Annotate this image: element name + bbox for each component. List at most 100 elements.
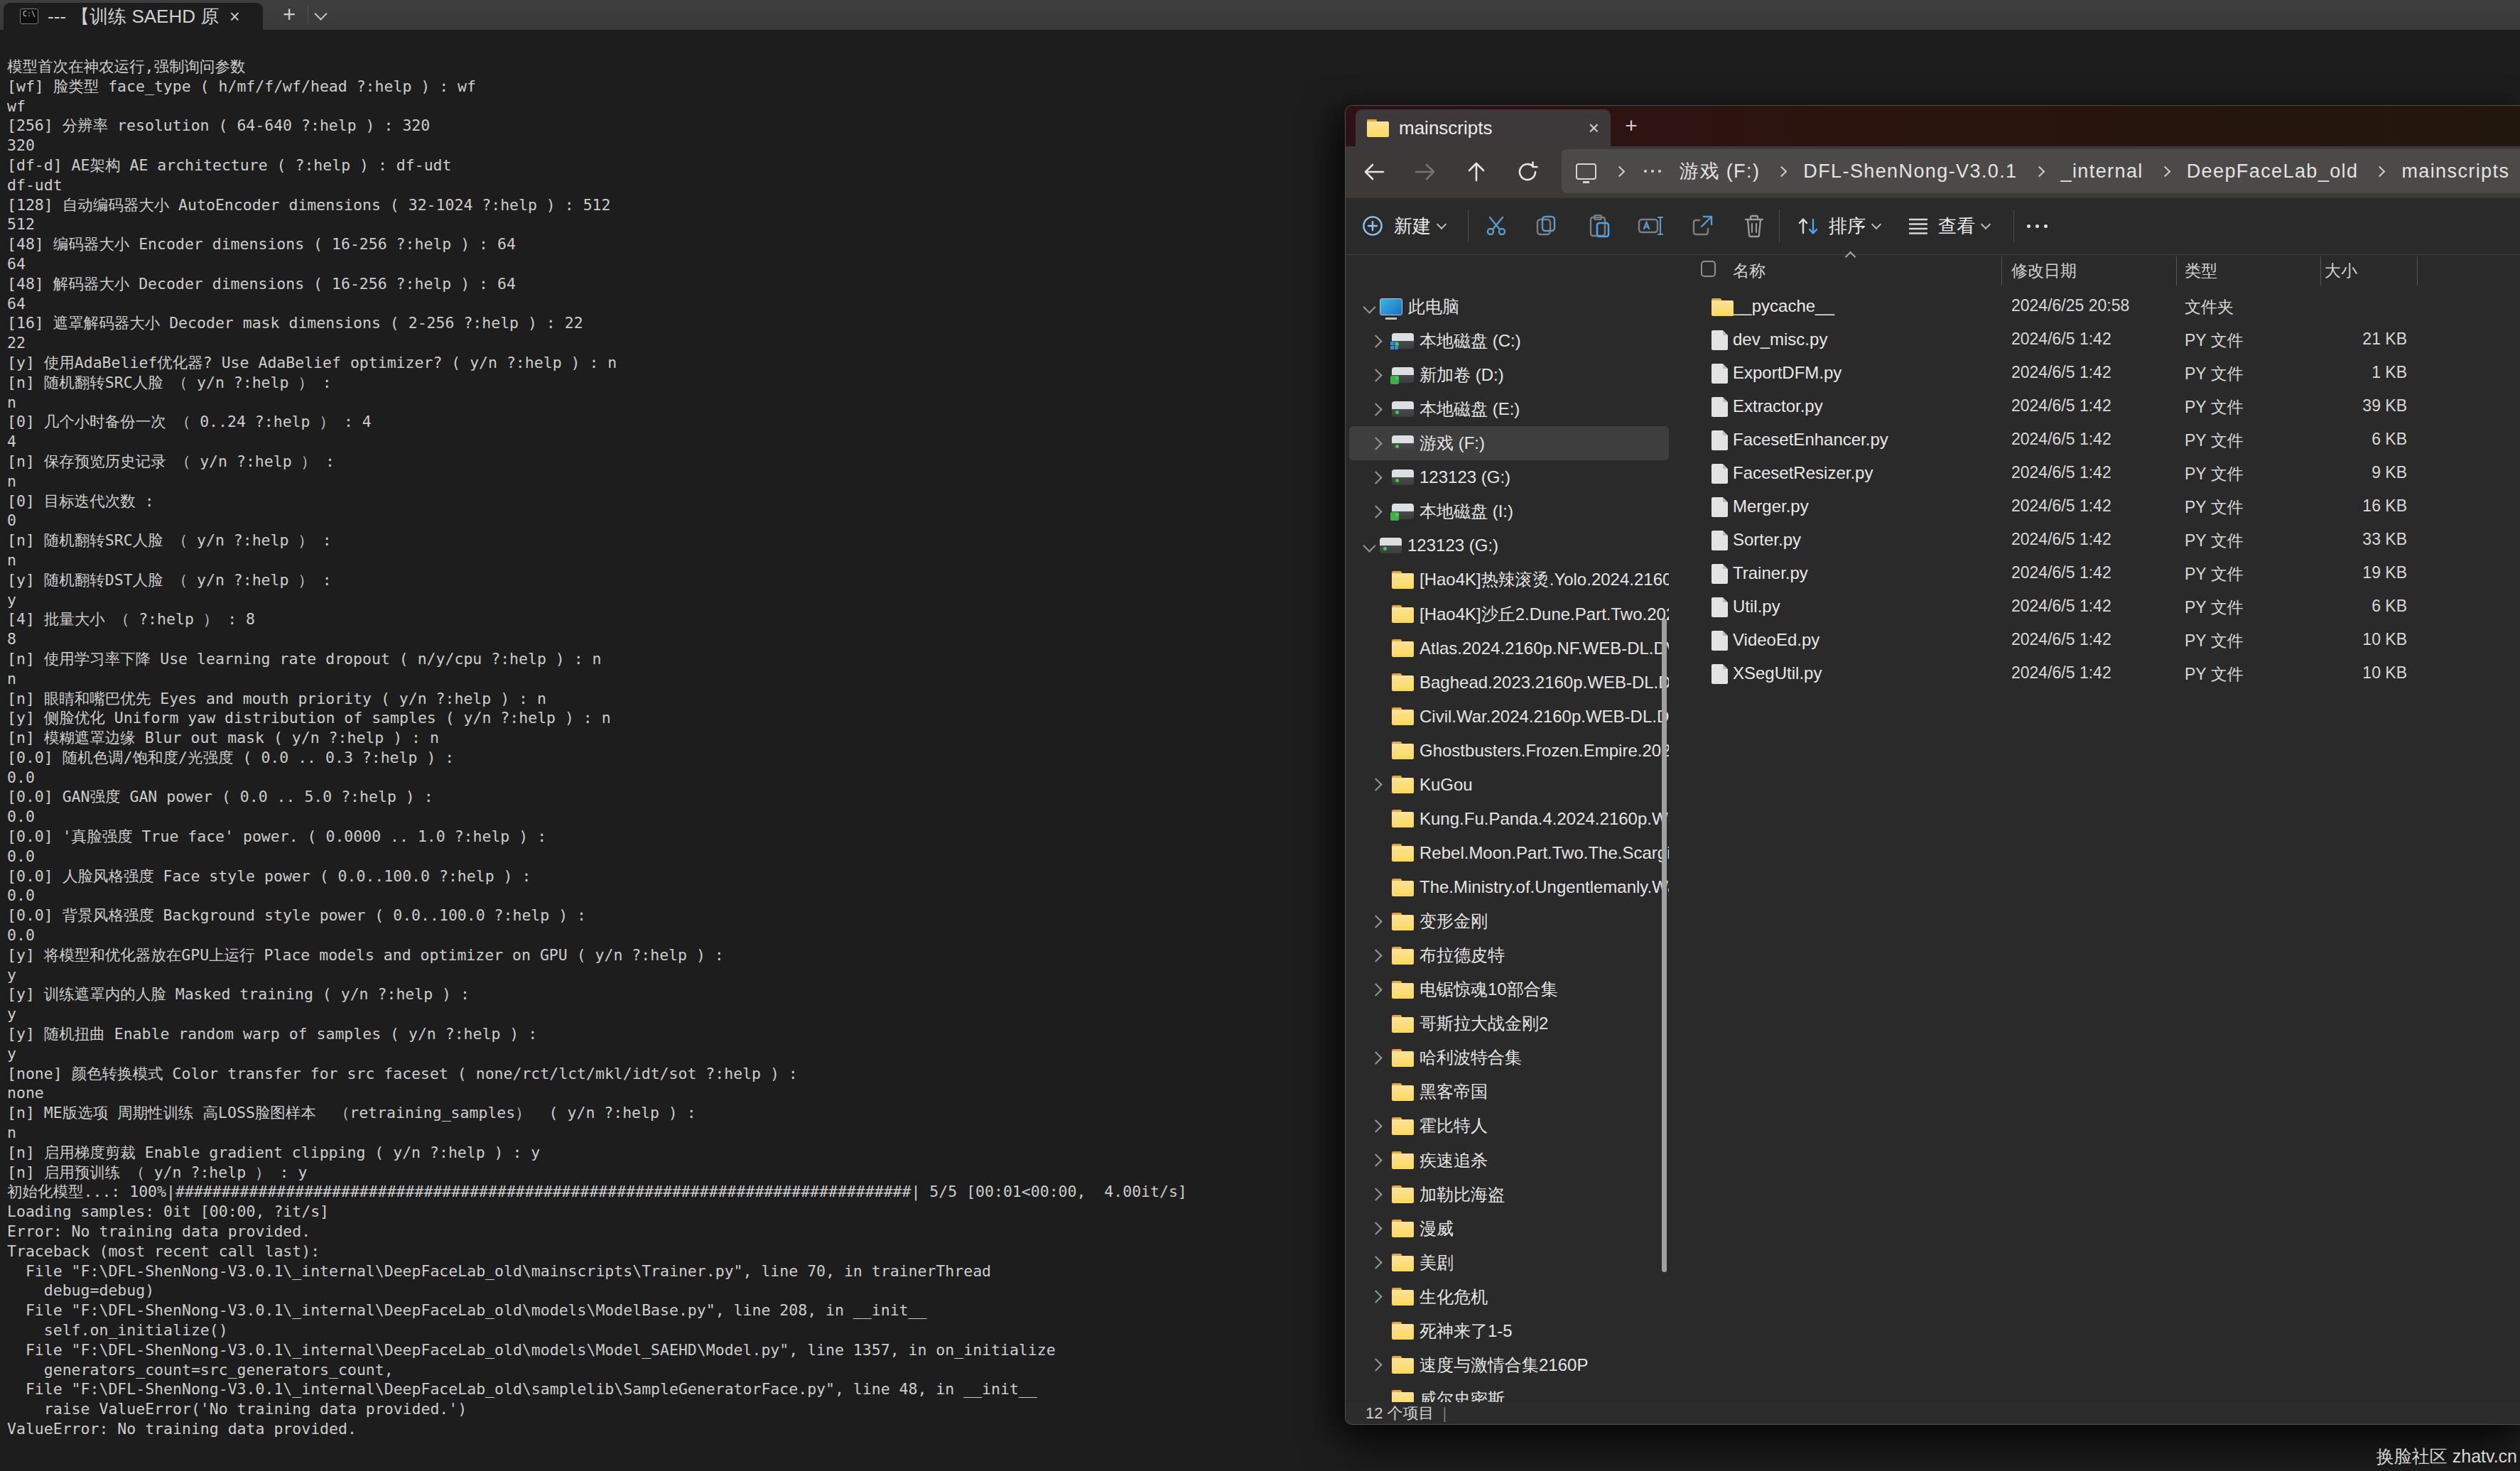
- chevron-right-icon[interactable]: [1369, 471, 1382, 484]
- forward-button[interactable]: [1408, 155, 1442, 189]
- sidebar-item[interactable]: 123123 (G:): [1349, 460, 1669, 494]
- sidebar-item[interactable]: 霍比特人: [1349, 1109, 1669, 1143]
- address-bar[interactable]: 游戏 (F:) DFL-ShenNong-V3.0.1 _internal DeepF…: [1562, 149, 2520, 193]
- chevron-right-icon[interactable]: [1369, 1291, 1382, 1303]
- sidebar-item[interactable]: [Hao4K]沙丘2.Dune.Part.Two.2024.REPA: [1349, 597, 1669, 631]
- breadcrumb-item[interactable]: mainscripts: [2401, 161, 2509, 183]
- chevron-right-icon[interactable]: [1369, 1119, 1382, 1132]
- column-separator[interactable]: [2417, 256, 2418, 286]
- sidebar-item[interactable]: 漫威: [1349, 1212, 1669, 1246]
- sidebar-item[interactable]: 变形金刚: [1349, 904, 1669, 938]
- sidebar-item[interactable]: 123123 (G:): [1349, 528, 1669, 563]
- chevron-right-icon[interactable]: [1369, 1154, 1382, 1166]
- chevron-right-icon[interactable]: [1369, 1359, 1382, 1372]
- column-header-date[interactable]: 修改日期: [2011, 260, 2077, 282]
- sidebar-item[interactable]: 哈利波特合集: [1349, 1041, 1669, 1075]
- chevron-right-icon[interactable]: [1369, 1188, 1382, 1200]
- file-row[interactable]: Merger.py2024/6/5 1:42PY 文件16 KB: [1674, 491, 2520, 524]
- sidebar-item[interactable]: 本地磁盘 (I:): [1349, 494, 1669, 528]
- file-row[interactable]: Trainer.py2024/6/5 1:42PY 文件19 KB: [1674, 558, 2520, 591]
- terminal-tab[interactable]: C:\ --- 【训练 SAEHD 原 ×: [4, 3, 263, 30]
- file-row[interactable]: __pycache__2024/6/25 20:58文件夹: [1674, 291, 2520, 324]
- sidebar-item[interactable]: Atlas.2024.2160p.NF.WEB-DL.DV.HDR.E: [1349, 631, 1669, 666]
- sidebar-item[interactable]: Ghostbusters.Frozen.Empire.2024.HDR.: [1349, 734, 1669, 768]
- refresh-button[interactable]: [1510, 155, 1545, 189]
- sidebar-item[interactable]: 本地磁盘 (E:): [1349, 392, 1669, 426]
- file-row[interactable]: ExportDFM.py2024/6/5 1:42PY 文件1 KB: [1674, 357, 2520, 391]
- up-button[interactable]: [1459, 155, 1493, 189]
- file-row[interactable]: dev_misc.py2024/6/5 1:42PY 文件21 KB: [1674, 324, 2520, 357]
- sidebar-scrollbar[interactable]: [1662, 619, 1667, 1272]
- file-row[interactable]: FacesetResizer.py2024/6/5 1:42PY 文件9 KB: [1674, 457, 2520, 491]
- breadcrumb-item[interactable]: DFL-ShenNong-V3.0.1: [1803, 161, 2017, 183]
- sort-button[interactable]: 排序: [1796, 208, 1880, 244]
- chevron-right-icon[interactable]: [1369, 335, 1382, 347]
- explorer-tab-close-icon[interactable]: ×: [1589, 117, 1599, 139]
- column-separator[interactable]: [2320, 256, 2321, 286]
- copy-button[interactable]: [1530, 210, 1562, 242]
- breadcrumb-item[interactable]: _internal: [2061, 161, 2143, 183]
- paste-button[interactable]: [1583, 210, 1616, 242]
- file-row[interactable]: FacesetEnhancer.py2024/6/5 1:42PY 文件6 KB: [1674, 424, 2520, 457]
- sidebar-item[interactable]: Kung.Fu.Panda.4.2024.2160p.WEB.h265: [1349, 802, 1669, 836]
- delete-button[interactable]: [1738, 210, 1770, 242]
- more-options-button[interactable]: [2021, 210, 2053, 242]
- column-separator[interactable]: [2001, 256, 2002, 286]
- file-row[interactable]: Sorter.py2024/6/5 1:42PY 文件33 KB: [1674, 524, 2520, 558]
- sidebar-item[interactable]: 此电脑: [1349, 290, 1669, 324]
- chevron-right-icon[interactable]: [1369, 505, 1382, 518]
- sidebar-item[interactable]: Rebel.Moon.Part.Two.The.Scargiver.202: [1349, 836, 1669, 870]
- file-row[interactable]: Util.py2024/6/5 1:42PY 文件6 KB: [1674, 591, 2520, 624]
- chevron-down-icon[interactable]: [1363, 300, 1375, 313]
- chevron-down-icon[interactable]: [1363, 539, 1375, 552]
- column-header-name[interactable]: 名称: [1733, 260, 1765, 282]
- sidebar-item[interactable]: 游戏 (F:): [1349, 426, 1669, 460]
- sidebar-item[interactable]: 黑客帝国: [1349, 1075, 1669, 1109]
- sidebar-item[interactable]: 死神来了1-5: [1349, 1314, 1669, 1348]
- sidebar-item[interactable]: 哥斯拉大战金刚2: [1349, 1006, 1669, 1041]
- terminal-tab-dropdown-icon[interactable]: [314, 7, 327, 20]
- view-button[interactable]: 查看: [1907, 208, 1989, 244]
- explorer-new-tab-button[interactable]: +: [1617, 112, 1645, 140]
- share-button[interactable]: [1686, 210, 1719, 242]
- terminal-new-tab-button[interactable]: +: [274, 1, 304, 29]
- new-button[interactable]: 新建: [1361, 208, 1445, 244]
- back-button[interactable]: [1357, 155, 1391, 189]
- sidebar-item[interactable]: KuGou: [1349, 768, 1669, 802]
- chevron-right-icon[interactable]: [1369, 778, 1382, 791]
- file-row[interactable]: XSegUtil.py2024/6/5 1:42PY 文件10 KB: [1674, 658, 2520, 691]
- sidebar-item[interactable]: 美剧: [1349, 1246, 1669, 1280]
- chevron-right-icon[interactable]: [1369, 983, 1382, 996]
- column-separator[interactable]: [2176, 256, 2177, 286]
- explorer-tab[interactable]: mainscripts ×: [1356, 109, 1611, 146]
- chevron-right-icon[interactable]: [1369, 915, 1382, 928]
- rename-button[interactable]: [1634, 210, 1667, 242]
- file-row[interactable]: Extractor.py2024/6/5 1:42PY 文件39 KB: [1674, 391, 2520, 424]
- breadcrumb-item[interactable]: DeepFaceLab_old: [2187, 161, 2359, 183]
- sidebar-item[interactable]: 生化危机: [1349, 1280, 1669, 1314]
- sidebar-item[interactable]: Baghead.2023.2160p.WEB-DL.DV.HDR.I: [1349, 666, 1669, 700]
- sidebar-item[interactable]: The.Ministry.of.Ungentlemanly.Warfare.: [1349, 870, 1669, 904]
- chevron-right-icon[interactable]: [1369, 1256, 1382, 1269]
- chevron-right-icon[interactable]: [1369, 437, 1382, 450]
- file-row[interactable]: VideoEd.py2024/6/5 1:42PY 文件10 KB: [1674, 624, 2520, 658]
- chevron-right-icon[interactable]: [1369, 1222, 1382, 1234]
- chevron-right-icon[interactable]: [1369, 403, 1382, 416]
- sidebar-item[interactable]: 速度与激情合集2160P: [1349, 1348, 1669, 1382]
- sidebar-item[interactable]: 本地磁盘 (C:): [1349, 324, 1669, 358]
- sidebar-item[interactable]: 布拉德皮特: [1349, 938, 1669, 972]
- sidebar-item[interactable]: Civil.War.2024.2160p.WEB-DL.DDP5.1.A: [1349, 700, 1669, 734]
- column-header-size[interactable]: 大小: [2325, 260, 2357, 282]
- chevron-right-icon[interactable]: [1369, 1051, 1382, 1064]
- cut-button[interactable]: [1480, 210, 1513, 242]
- chevron-right-icon[interactable]: [1369, 949, 1382, 962]
- breadcrumb-item[interactable]: 游戏 (F:): [1680, 158, 1760, 184]
- chevron-right-icon[interactable]: [1369, 369, 1382, 381]
- column-header-type[interactable]: 类型: [2185, 260, 2217, 282]
- sidebar-item[interactable]: 威尔史密斯: [1349, 1382, 1669, 1402]
- terminal-tab-close-icon[interactable]: ×: [229, 6, 240, 27]
- sidebar-item[interactable]: [Hao4K]热辣滚烫.Yolo.2024.2160p.HQ.W: [1349, 563, 1669, 597]
- breadcrumb-overflow[interactable]: [1644, 170, 1661, 173]
- sidebar-item[interactable]: 加勒比海盗: [1349, 1178, 1669, 1212]
- select-all-checkbox[interactable]: [1701, 261, 1716, 277]
